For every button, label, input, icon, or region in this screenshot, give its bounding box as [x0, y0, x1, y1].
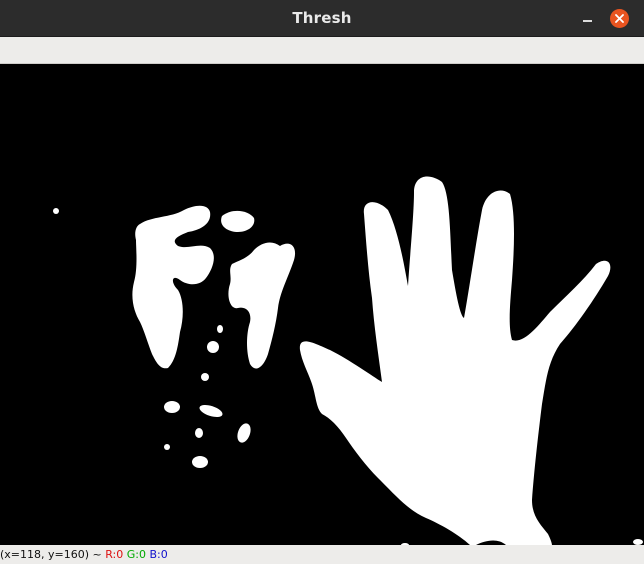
threshold-image — [0, 64, 644, 545]
window-title: Thresh — [292, 9, 352, 27]
blob-small-7 — [195, 428, 203, 438]
blob-small-1 — [53, 208, 59, 214]
status-coords: (x=118, y=160) ~ — [0, 548, 102, 561]
toolbar — [0, 37, 644, 64]
title-bar[interactable]: Thresh — [0, 0, 644, 37]
blob-small-3 — [207, 341, 219, 353]
minimize-icon — [582, 19, 592, 22]
blob-small-2 — [217, 325, 223, 333]
blob-small-4 — [201, 373, 209, 381]
status-r-value: R:0 — [105, 548, 124, 561]
blob-small-5 — [164, 401, 180, 413]
status-b-value: B:0 — [149, 548, 168, 561]
app-window: Thresh (x=118, y=160) ~ R:0 G:0 B:0 — [0, 0, 644, 564]
status-bar: (x=118, y=160) ~ R:0 G:0 B:0 — [0, 545, 644, 564]
blob-small-9 — [164, 444, 170, 450]
status-g-value: G:0 — [126, 548, 146, 561]
close-button[interactable] — [610, 9, 629, 28]
blob-small-10 — [192, 456, 208, 468]
close-icon — [615, 14, 624, 23]
image-canvas[interactable] — [0, 64, 644, 545]
minimize-button[interactable] — [578, 9, 596, 27]
